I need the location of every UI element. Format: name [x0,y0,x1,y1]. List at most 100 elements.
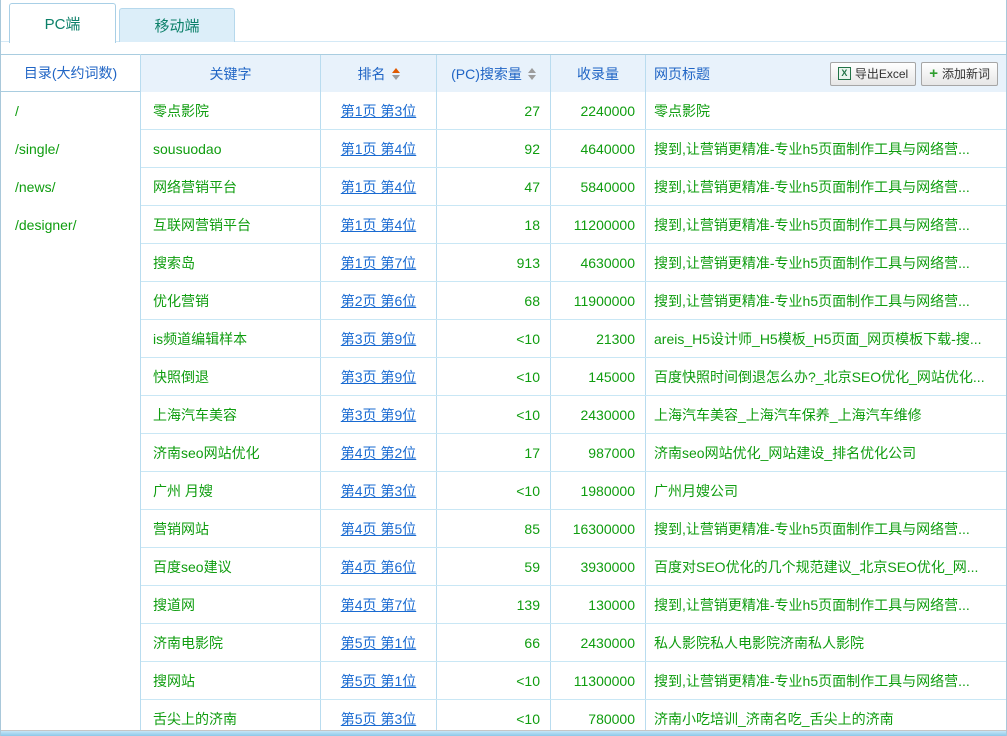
directory-item[interactable]: /designer/ [1,206,140,244]
rank-link[interactable]: 第2页 第6位 [341,291,416,311]
rank-link[interactable]: 第1页 第7位 [341,253,416,273]
index-count-cell: 4640000 [551,130,646,167]
directory-item[interactable]: /single/ [1,130,140,168]
sort-desc-icon [392,75,400,80]
search-volume-cell: 85 [437,510,551,547]
rank-link[interactable]: 第1页 第4位 [341,139,416,159]
index-count-cell: 11200000 [551,206,646,243]
rank-link[interactable]: 第5页 第1位 [341,633,416,653]
rank-link[interactable]: 第3页 第9位 [341,329,416,349]
rank-link[interactable]: 第3页 第9位 [341,367,416,387]
rank-link[interactable]: 第5页 第1位 [341,671,416,691]
page-title-cell: 搜到,让营销更精准-专业h5页面制作工具与网络营... [646,168,1006,205]
keyword-cell: 零点影院 [141,92,321,129]
directory-item[interactable]: / [1,92,140,130]
add-keyword-button[interactable]: + 添加新词 [921,62,998,86]
table-header-row: 关键字 排名 (PC)搜索量 收录量 [141,54,1006,92]
directory-header: 目录(大约词数) [1,54,140,92]
table-main: 关键字 排名 (PC)搜索量 收录量 [141,54,1006,736]
index-count-cell: 5840000 [551,168,646,205]
page-title-header: 网页标题 X 导出Excel + 添加新词 [646,55,1006,92]
keyword-table: 目录(大约词数) / /single/ /news/ /designer/ 关键… [1,54,1006,736]
table-row: is频道编辑样本 第3页 第9位 <10 21300 areis_H5设计师_H… [141,320,1006,358]
page-title-cell: 搜到,让营销更精准-专业h5页面制作工具与网络营... [646,282,1006,319]
bottom-scrollbar[interactable] [1,730,1006,736]
excel-icon: X [838,67,851,80]
page-title-cell: 私人影院私人电影院济南私人影院 [646,624,1006,661]
index-count-cell: 1980000 [551,472,646,509]
rank-link[interactable]: 第1页 第4位 [341,177,416,197]
toolbar: X 导出Excel + 添加新词 [830,62,1006,86]
search-volume-sort-control[interactable] [528,68,536,80]
index-count-cell: 4630000 [551,244,646,281]
rank-header-label: 排名 [358,64,386,84]
table-row: 百度seo建议 第4页 第6位 59 3930000 百度对SEO优化的几个规范… [141,548,1006,586]
index-count-cell: 987000 [551,434,646,471]
table-row: 济南电影院 第5页 第1位 66 2430000 私人影院私人电影院济南私人影院 [141,624,1006,662]
search-volume-cell: 59 [437,548,551,585]
rank-link[interactable]: 第1页 第3位 [341,101,416,121]
index-count-cell: 3930000 [551,548,646,585]
search-volume-header: (PC)搜索量 [437,55,551,92]
rank-header: 排名 [321,55,437,92]
search-volume-cell: 17 [437,434,551,471]
keyword-header: 关键字 [141,55,321,92]
keyword-cell: 搜道网 [141,586,321,623]
index-count-cell: 21300 [551,320,646,357]
table-row: 搜道网 第4页 第7位 139 130000 搜到,让营销更精准-专业h5页面制… [141,586,1006,624]
plus-icon: + [929,66,938,81]
page-title-cell: 零点影院 [646,92,1006,129]
rank-cell: 第1页 第7位 [321,244,437,281]
rank-cell: 第3页 第9位 [321,320,437,357]
page-title-cell: 搜到,让营销更精准-专业h5页面制作工具与网络营... [646,662,1006,699]
keyword-cell: is频道编辑样本 [141,320,321,357]
table-row: 济南seo网站优化 第4页 第2位 17 987000 济南seo网站优化_网站… [141,434,1006,472]
tab-pc[interactable]: PC端 [9,3,116,43]
keyword-header-label: 关键字 [210,64,252,84]
rank-link[interactable]: 第1页 第4位 [341,215,416,235]
rank-cell: 第1页 第3位 [321,92,437,129]
table-row: 互联网营销平台 第1页 第4位 18 11200000 搜到,让营销更精准-专业… [141,206,1006,244]
keyword-cell: 上海汽车美容 [141,396,321,433]
directory-item[interactable]: /news/ [1,168,140,206]
tab-bar: PC端 移动端 [1,0,1006,42]
table-row: 广州 月嫂 第4页 第3位 <10 1980000 广州月嫂公司 [141,472,1006,510]
index-count-cell: 2430000 [551,396,646,433]
keyword-cell: 广州 月嫂 [141,472,321,509]
page-title-cell: 搜到,让营销更精准-专业h5页面制作工具与网络营... [646,510,1006,547]
export-excel-button[interactable]: X 导出Excel [830,62,916,86]
index-count-header: 收录量 [551,55,646,92]
rank-link[interactable]: 第4页 第3位 [341,481,416,501]
index-count-cell: 16300000 [551,510,646,547]
rank-sort-control[interactable] [392,68,400,80]
export-excel-label: 导出Excel [855,65,908,82]
rank-link[interactable]: 第4页 第7位 [341,595,416,615]
rank-link[interactable]: 第3页 第9位 [341,405,416,425]
rank-link[interactable]: 第4页 第6位 [341,557,416,577]
page-title-header-label: 网页标题 [654,64,710,84]
page-title-cell: 搜到,让营销更精准-专业h5页面制作工具与网络营... [646,586,1006,623]
tab-mobile[interactable]: 移动端 [119,8,235,42]
rank-link[interactable]: 第5页 第3位 [341,709,416,729]
keyword-cell: 快照倒退 [141,358,321,395]
index-count-cell: 2430000 [551,624,646,661]
table-row: 营销网站 第4页 第5位 85 16300000 搜到,让营销更精准-专业h5页… [141,510,1006,548]
sort-desc-icon [528,75,536,80]
page-title-cell: areis_H5设计师_H5模板_H5页面_网页模板下载-搜... [646,320,1006,357]
page-title-cell: 搜到,让营销更精准-专业h5页面制作工具与网络营... [646,244,1006,281]
rank-link[interactable]: 第4页 第5位 [341,519,416,539]
rank-cell: 第2页 第6位 [321,282,437,319]
rank-cell: 第4页 第6位 [321,548,437,585]
keyword-cell: 济南seo网站优化 [141,434,321,471]
rank-cell: 第4页 第7位 [321,586,437,623]
table-row: 上海汽车美容 第3页 第9位 <10 2430000 上海汽车美容_上海汽车保养… [141,396,1006,434]
index-count-header-label: 收录量 [577,64,619,84]
table-row: 优化营销 第2页 第6位 68 11900000 搜到,让营销更精准-专业h5页… [141,282,1006,320]
page-title-cell: 济南seo网站优化_网站建设_排名优化公司 [646,434,1006,471]
page-title-cell: 搜到,让营销更精准-专业h5页面制作工具与网络营... [646,206,1006,243]
keyword-cell: 搜网站 [141,662,321,699]
search-volume-cell: 68 [437,282,551,319]
keyword-cell: 济南电影院 [141,624,321,661]
page-title-cell: 百度快照时间倒退怎么办?_北京SEO优化_网站优化... [646,358,1006,395]
rank-link[interactable]: 第4页 第2位 [341,443,416,463]
